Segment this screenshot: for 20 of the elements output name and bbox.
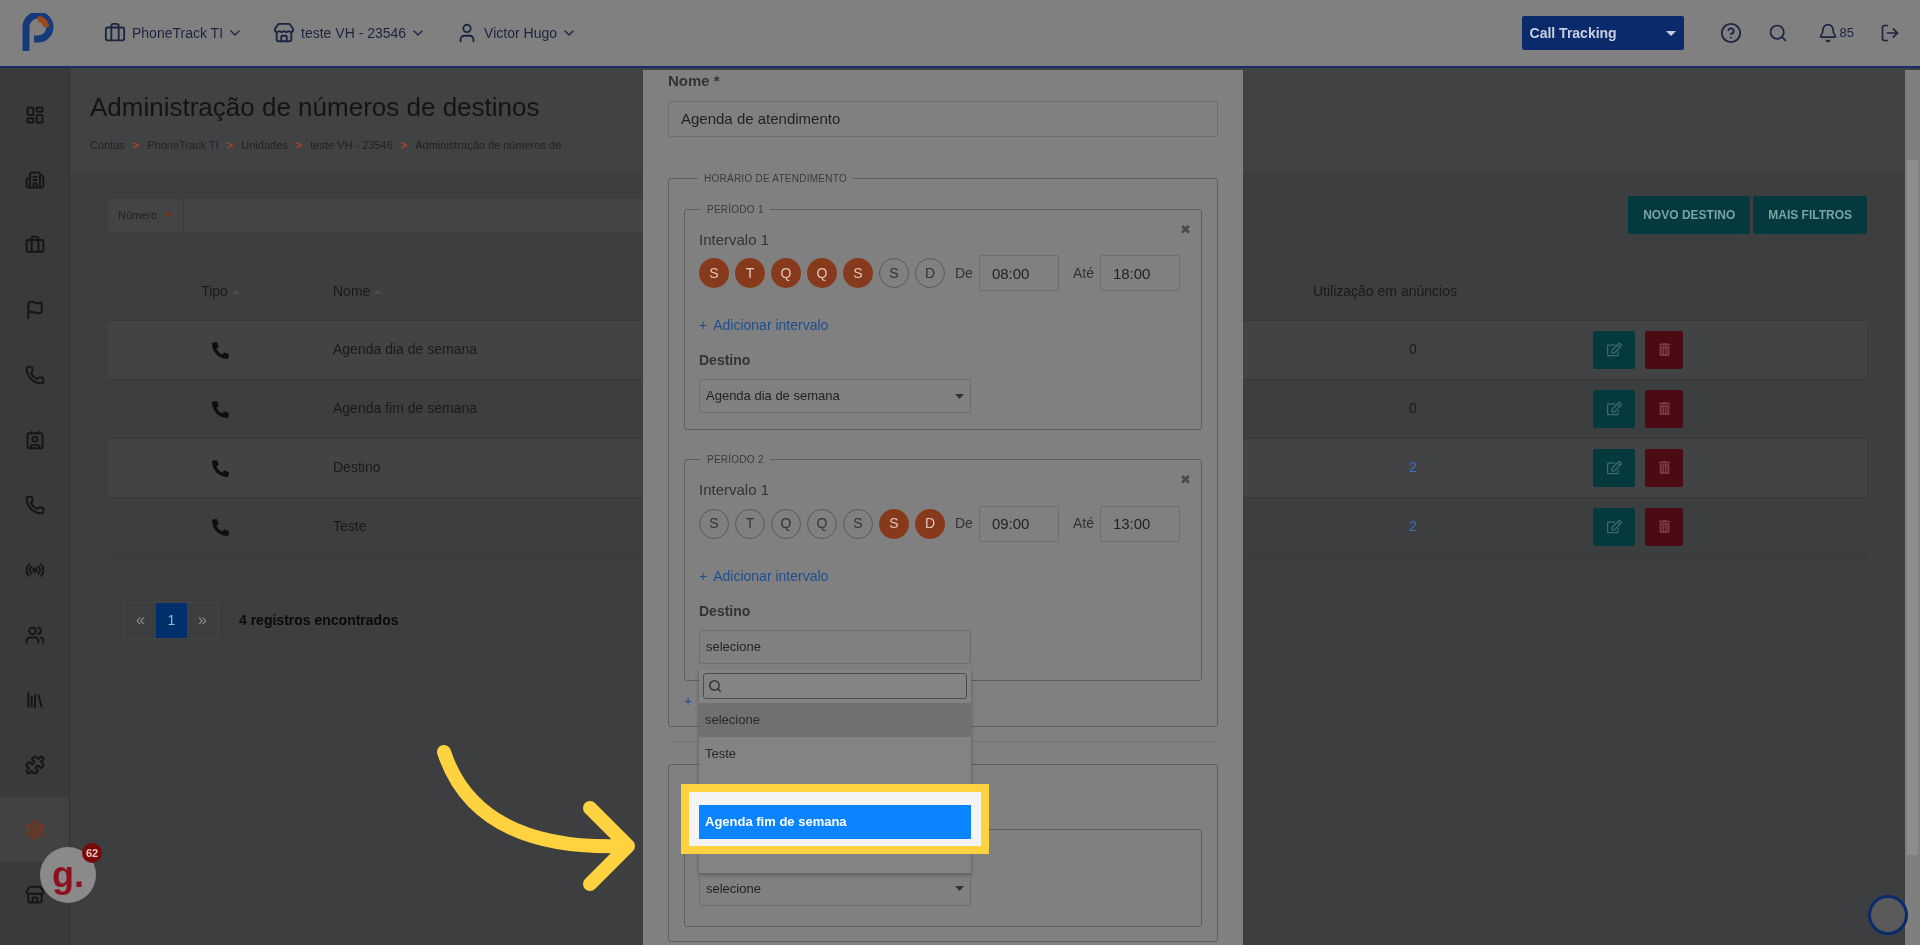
plus-icon: +: [699, 315, 708, 336]
destination-label: Destino: [699, 601, 751, 621]
period-legend: PERÍODO 1: [701, 201, 770, 217]
to-label: Até: [1072, 514, 1094, 533]
breadcrumb-separator: >: [400, 138, 408, 153]
name-label: Nome *: [668, 71, 720, 91]
breadcrumb-separator: >: [226, 138, 234, 153]
notification-badge: 62: [82, 843, 102, 863]
breadcrumb-separator: >: [132, 138, 140, 153]
schedule-legend: HORÁRIO DE ATENDIMENTO: [698, 170, 853, 186]
from-label: De: [955, 514, 973, 533]
period-legend: PERÍODO 2: [701, 452, 770, 467]
notification-count: 85: [1839, 24, 1854, 43]
from-label: De: [955, 263, 973, 283]
to-label: Até: [1072, 263, 1094, 283]
plus-icon: +: [699, 565, 708, 587]
destination-label: Destino: [699, 351, 751, 370]
interval-label: Intervalo 1: [699, 480, 770, 500]
breadcrumb-separator: >: [295, 138, 303, 153]
interval-label: Intervalo 1: [699, 229, 770, 250]
